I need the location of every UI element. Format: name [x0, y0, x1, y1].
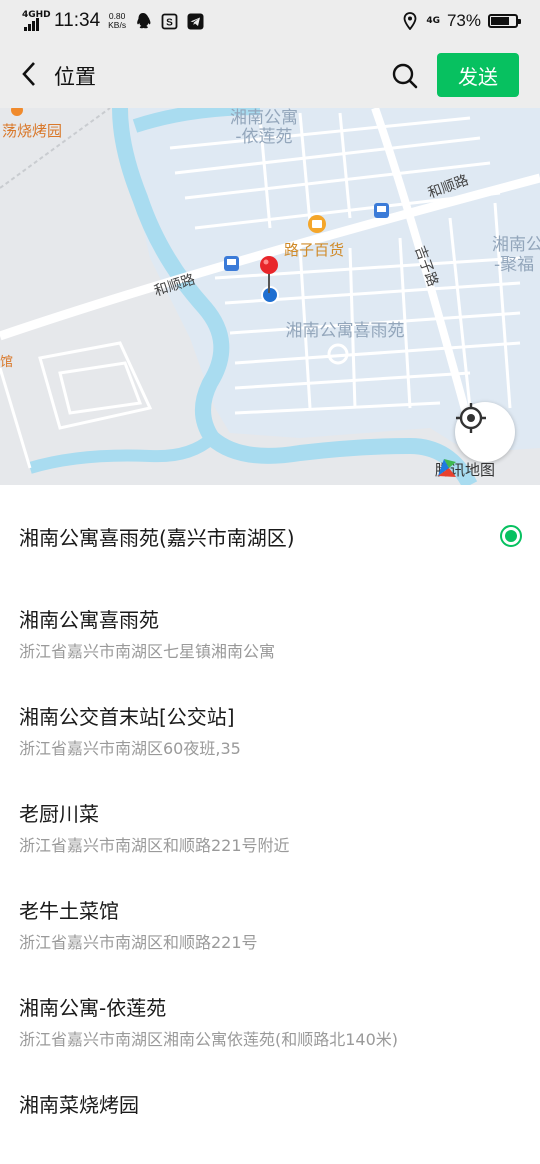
- place-name: 老厨川菜: [19, 802, 99, 826]
- page-title: 位置: [54, 65, 96, 89]
- place-address: 浙江省嘉兴市南湖区和顺路221号: [19, 933, 258, 952]
- map-attribution: 腾讯地图: [435, 456, 495, 482]
- map-label-apt-xiyu: 湘南公寓喜雨苑: [286, 321, 405, 341]
- speed-unit: KB/s: [108, 20, 127, 30]
- bus-stop-icon-2: [374, 203, 389, 218]
- location-list: 湘南公寓喜雨苑(嘉兴市南湖区) 湘南公寓喜雨苑 浙江省嘉兴市南湖区七星镇湘南公寓…: [0, 485, 540, 1164]
- signal-bars-icon: [24, 18, 39, 31]
- list-item[interactable]: 湘南公交首末站[公交站] 浙江省嘉兴市南湖区60夜班,35: [0, 679, 540, 776]
- my-location-button[interactable]: [455, 402, 515, 462]
- tencent-map-logo-icon: [438, 459, 456, 477]
- list-item[interactable]: 老牛土菜馆 浙江省嘉兴市南湖区和顺路221号: [0, 873, 540, 970]
- place-name: 湘南公寓喜雨苑: [19, 608, 159, 632]
- bus-stop-icon: [224, 256, 239, 271]
- place-name: 老牛土菜馆: [19, 899, 119, 923]
- telegram-icon: [186, 12, 204, 30]
- clock: 11:34: [54, 10, 101, 31]
- list-item-selected[interactable]: 湘南公寓喜雨苑(嘉兴市南湖区): [0, 485, 540, 582]
- list-item[interactable]: 湘南公寓喜雨苑 浙江省嘉兴市南湖区七星镇湘南公寓: [0, 582, 540, 679]
- status-bar: 4GHD 11:34 0.80 KB/s S 4G 73%: [0, 0, 540, 42]
- search-icon[interactable]: [388, 59, 422, 93]
- map-label-apt-ju-2: -聚福: [494, 255, 534, 275]
- svg-text:S: S: [166, 17, 173, 28]
- signal-indicator: 4GHD: [22, 11, 51, 31]
- selected-radio-icon: [500, 525, 522, 547]
- place-name: 湘南菜烧烤园: [19, 1093, 139, 1117]
- map-label-apt-ju-1: 湘南公: [492, 235, 540, 255]
- back-icon[interactable]: [14, 59, 44, 89]
- battery-icon: [488, 14, 521, 28]
- battery-percent: 73%: [446, 11, 481, 30]
- place-name: 湘南公寓-依莲苑: [19, 996, 167, 1020]
- list-item[interactable]: 湘南公寓-依莲苑 浙江省嘉兴市南湖区湘南公寓依莲苑(和顺路北140米): [0, 970, 540, 1067]
- map-label-store: 路子百货: [284, 241, 344, 259]
- place-address: 浙江省嘉兴市南湖区和顺路221号附近: [19, 836, 290, 855]
- place-address: 浙江省嘉兴市南湖区七星镇湘南公寓: [19, 642, 276, 661]
- selected-location-title: 湘南公寓喜雨苑(嘉兴市南湖区): [19, 526, 295, 550]
- location-status-icon: [401, 12, 419, 30]
- list-item[interactable]: 老厨川菜 浙江省嘉兴市南湖区和顺路221号附近: [0, 776, 540, 873]
- place-name: 湘南公交首末站[公交站]: [19, 705, 235, 729]
- qq-icon: [134, 12, 152, 30]
- map-view[interactable]: 荡烧烤园 馆 湘南公寓 -依莲苑 湘南公 -聚福 湘南公寓喜雨苑 和顺路 和顺路…: [0, 108, 540, 485]
- top-nav-bar: 位置 发送: [0, 42, 540, 108]
- list-item[interactable]: 湘南菜烧烤园: [0, 1067, 540, 1164]
- place-address: 浙江省嘉兴市南湖区湘南公寓依莲苑(和顺路北140米): [19, 1030, 399, 1049]
- status-right: 4G 73%: [401, 8, 521, 34]
- locate-icon: [456, 403, 486, 433]
- map-label-bbq: 荡烧烤园: [2, 122, 62, 140]
- map-label-apt-yilian-1: 湘南公寓: [230, 108, 298, 128]
- network-type-right: 4G: [426, 16, 440, 26]
- send-button[interactable]: 发送: [437, 53, 519, 97]
- place-address: 浙江省嘉兴市南湖区60夜班,35: [19, 739, 241, 758]
- map-label-apt-yilian-2: -依莲苑: [235, 127, 292, 147]
- status-left: 4GHD 11:34 0.80 KB/s S: [22, 8, 204, 34]
- app-s-icon: S: [160, 12, 178, 30]
- network-speed: 0.80 KB/s: [108, 12, 126, 30]
- svg-text:馆: 馆: [0, 355, 13, 370]
